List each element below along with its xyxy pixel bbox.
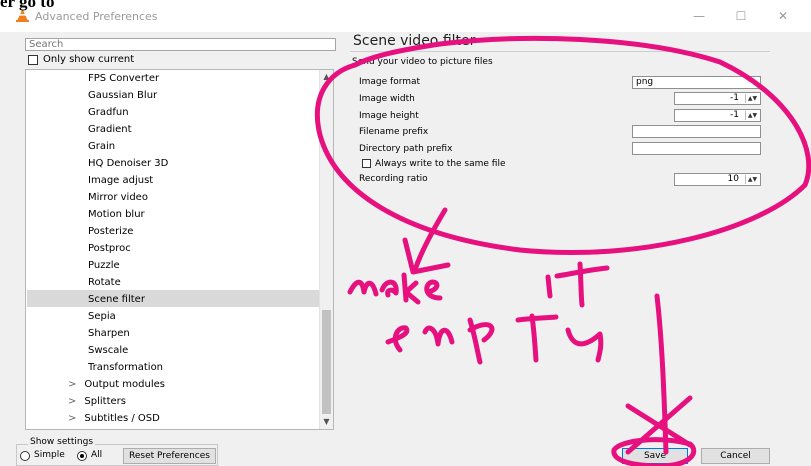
tree-item-subtitles-osd[interactable]: > Subtitles / OSD bbox=[68, 410, 160, 427]
tree-item-rotate[interactable]: Rotate bbox=[88, 274, 121, 291]
tree-item-posterize[interactable]: Posterize bbox=[88, 223, 133, 240]
directory-path-prefix-label: Directory path prefix bbox=[359, 144, 453, 154]
simple-radio-label: Simple bbox=[34, 450, 65, 460]
tree-item-mirror-video[interactable]: Mirror video bbox=[88, 189, 148, 206]
tree-item-postproc[interactable]: Postproc bbox=[88, 240, 131, 257]
tree-item-gaussian-blur[interactable]: Gaussian Blur bbox=[88, 87, 157, 104]
tree-item-sharpen[interactable]: Sharpen bbox=[88, 325, 130, 342]
tree-selection-highlight bbox=[27, 290, 320, 307]
image-format-input[interactable]: png bbox=[632, 76, 761, 89]
show-settings-label: Show settings bbox=[28, 437, 96, 447]
tree-item-swscale[interactable]: Swscale bbox=[88, 342, 128, 359]
tree-item-label: Splitters bbox=[84, 396, 126, 407]
panel-title: Scene video filter bbox=[353, 33, 476, 49]
filename-prefix-label: Filename prefix bbox=[359, 127, 429, 137]
all-radio-label: All bbox=[91, 450, 103, 460]
scrollbar-thumb[interactable] bbox=[322, 310, 331, 414]
clipped-heading: er go to bbox=[0, 0, 55, 11]
directory-path-prefix-input[interactable] bbox=[632, 142, 761, 155]
spin-arrows-icon[interactable]: ▲▼ bbox=[745, 175, 759, 184]
recording-ratio-value: 10 bbox=[727, 174, 739, 184]
tree-item-label: Output modules bbox=[84, 379, 165, 390]
spin-arrows-icon[interactable]: ▲▼ bbox=[745, 111, 759, 120]
tree-item-image-adjust[interactable]: Image adjust bbox=[88, 172, 153, 189]
only-show-current-checkbox[interactable] bbox=[28, 55, 38, 65]
annotation-scribble-it bbox=[545, 261, 610, 308]
chevron-right-icon[interactable]: > bbox=[68, 379, 76, 390]
annotation-vertical-line bbox=[654, 293, 669, 455]
recording-ratio-spinbox[interactable]: 10 ▲▼ bbox=[674, 173, 761, 186]
tree-item-puzzle[interactable]: Puzzle bbox=[88, 257, 120, 274]
tree-item-output-modules[interactable]: > Output modules bbox=[68, 376, 165, 393]
tree-item-motion-blur[interactable]: Motion blur bbox=[88, 206, 145, 223]
filename-prefix-input[interactable] bbox=[632, 125, 761, 138]
tree-item-fps-converter[interactable]: FPS Converter bbox=[88, 70, 159, 87]
chevron-right-icon[interactable]: > bbox=[68, 396, 76, 407]
only-show-current-label: Only show current bbox=[43, 54, 135, 65]
annotation-x-mark bbox=[625, 395, 693, 455]
panel-title-divider bbox=[350, 51, 770, 52]
tree-item-grain[interactable]: Grain bbox=[88, 138, 115, 155]
annotation-scribble-empty bbox=[385, 313, 604, 365]
tree-item-transformation[interactable]: Transformation bbox=[88, 359, 163, 376]
chevron-right-icon[interactable]: > bbox=[68, 413, 76, 424]
tree-item-sepia[interactable]: Sepia bbox=[88, 308, 116, 325]
reset-preferences-button[interactable]: Reset Preferences bbox=[123, 448, 216, 464]
tree-item-label: Subtitles / OSD bbox=[84, 413, 160, 424]
recording-ratio-label: Recording ratio bbox=[359, 174, 428, 184]
title-bar: Advanced Preferences — ☐ ✕ bbox=[0, 0, 811, 32]
image-height-label: Image height bbox=[359, 111, 419, 121]
tree-item-gradient[interactable]: Gradient bbox=[88, 121, 132, 138]
annotation-arrow-shaft bbox=[412, 207, 448, 273]
image-format-label: Image format bbox=[359, 77, 421, 87]
always-write-same-file-label: Always write to the same file bbox=[375, 159, 506, 169]
image-height-value: -1 bbox=[730, 110, 739, 120]
scroll-up-icon[interactable]: ▲ bbox=[320, 70, 333, 84]
maximize-icon[interactable]: ☐ bbox=[730, 6, 752, 26]
tree-item-gradfun[interactable]: Gradfun bbox=[88, 104, 129, 121]
annotation-arrow-head bbox=[402, 237, 451, 275]
minimize-icon[interactable]: — bbox=[688, 6, 710, 26]
preferences-tree[interactable]: FPS Converter Gaussian Blur Gradfun Grad… bbox=[25, 69, 334, 430]
image-width-label: Image width bbox=[359, 94, 415, 104]
always-write-same-file-checkbox[interactable] bbox=[362, 159, 371, 168]
all-radio[interactable] bbox=[77, 451, 87, 461]
tree-item-splitters[interactable]: > Splitters bbox=[68, 393, 126, 410]
image-height-spinbox[interactable]: -1 ▲▼ bbox=[674, 109, 761, 122]
simple-radio[interactable] bbox=[20, 451, 30, 461]
panel-subtitle: Send your video to picture files bbox=[352, 57, 493, 67]
tree-item-scene-filter[interactable]: Scene filter bbox=[88, 291, 145, 308]
image-width-value: -1 bbox=[730, 93, 739, 103]
scroll-down-icon[interactable]: ▼ bbox=[320, 415, 333, 429]
tree-item-hq-denoiser-3d[interactable]: HQ Denoiser 3D bbox=[88, 155, 168, 172]
annotation-scribble-make bbox=[347, 272, 443, 305]
spin-arrows-icon[interactable]: ▲▼ bbox=[745, 94, 759, 103]
image-width-spinbox[interactable]: -1 ▲▼ bbox=[674, 92, 761, 105]
save-button[interactable]: Save bbox=[622, 448, 688, 464]
close-icon[interactable]: ✕ bbox=[772, 6, 794, 26]
search-input[interactable] bbox=[25, 38, 336, 51]
cancel-button[interactable]: Cancel bbox=[701, 448, 770, 464]
tree-scrollbar[interactable]: ▲ ▼ bbox=[319, 70, 333, 429]
